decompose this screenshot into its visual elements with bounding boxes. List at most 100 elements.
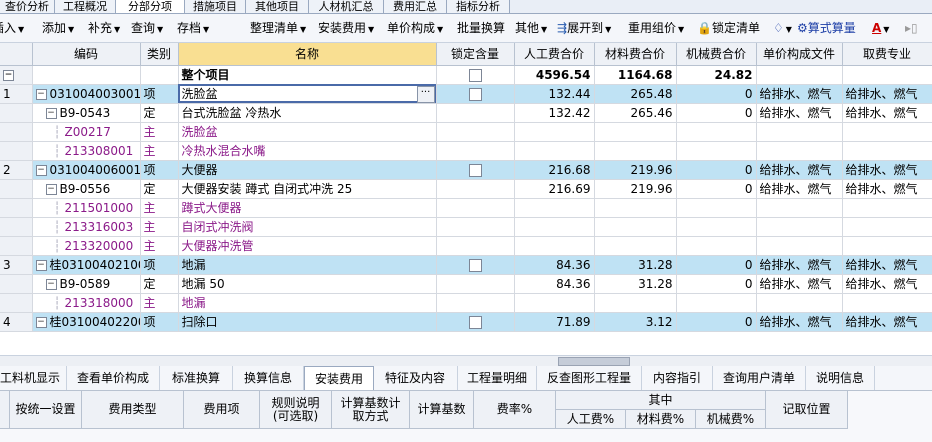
material-total-cell[interactable]: 31.28 [594,255,677,275]
category-cell[interactable]: 定 [140,274,179,294]
query-button[interactable]: 查询 ▼ [131,14,163,42]
material-row[interactable]: ┆ 213316003 主自闭式冲洗阀 [0,217,932,237]
lock-quantity-cell[interactable] [436,160,515,180]
tab-install-fee[interactable]: 安装费用 [304,366,374,390]
category-cell[interactable]: 项 [140,160,179,180]
machine-total-cell[interactable]: 0 [676,84,757,104]
labor-total-cell[interactable] [514,198,595,218]
row-index[interactable] [0,293,33,313]
archive-button[interactable]: 存档 ▼ [177,14,209,42]
supplement-button[interactable]: 补充 ▼ [88,14,120,42]
name-cell[interactable]: 地漏 50 [178,274,437,294]
header-lock-quantity[interactable]: 锁定含量 [436,43,515,66]
header-calc-base[interactable]: 计算基数 [410,391,474,429]
labor-total-cell[interactable] [514,217,595,237]
machine-total-cell[interactable] [676,217,757,237]
tab-index-analysis[interactable]: 指标分析 [447,0,510,13]
fee-profession-cell[interactable]: 给排水、燃气 [842,84,932,104]
name-cell[interactable]: 地漏 [178,255,437,275]
unit-price-file-cell[interactable] [756,141,843,161]
ellipsis-button[interactable]: ··· [416,85,435,102]
tab-content-guide[interactable]: 内容指引 [642,366,713,390]
machine-total-cell[interactable] [676,236,757,256]
header-fee-type[interactable]: 费用类型 [82,391,184,429]
header-base-method[interactable]: 计算基数计取方式 [332,391,410,429]
header-category[interactable]: 类别 [140,43,179,66]
fee-profession-cell[interactable] [842,122,932,142]
code-cell[interactable]: ┆ Z00217 [32,122,141,142]
horizontal-scrollbar[interactable] [0,355,932,366]
code-cell[interactable]: ┆ 213308001 [32,141,141,161]
collapse-toggle-icon[interactable]: − [35,88,47,100]
header-labor-pct[interactable]: 人工费% [556,410,626,429]
name-cell[interactable]: 台式洗脸盆 冷热水 [178,103,437,123]
fee-profession-cell[interactable] [842,141,932,161]
lock-quantity-cell[interactable] [436,274,515,294]
machine-total-cell[interactable]: 0 [676,255,757,275]
labor-total-cell[interactable]: 4596.54 [514,65,595,85]
quota-row[interactable]: − B9-0556 定大便器安装 蹲式 自闭式冲洗 25 216.69 219.96 0 给… [0,179,932,199]
collapse-toggle-icon[interactable]: − [45,183,57,195]
fee-profession-cell[interactable] [842,198,932,218]
category-cell[interactable]: 主 [140,217,179,237]
material-total-cell[interactable]: 31.28 [594,274,677,294]
list-item-row[interactable]: 2 −031004006001 项 大便器 216.68 219.96 0 给排水、燃气 给排水… [0,160,932,180]
labor-total-cell[interactable]: 132.42 [514,103,595,123]
tab-labor-material-summary[interactable]: 人材机汇总 [309,0,384,13]
machine-total-cell[interactable]: 0 [676,179,757,199]
labor-total-cell[interactable]: 71.89 [514,312,595,332]
material-row[interactable]: ┆ 213320000 主大便器冲洗管 [0,236,932,256]
unit-price-file-cell[interactable] [756,217,843,237]
collapse-toggle-icon[interactable]: − [35,164,47,176]
tab-standard-convert[interactable]: 标准换算 [160,366,233,390]
unit-price-composition-button[interactable]: 单价构成 ▼ [387,14,443,42]
tab-features-content[interactable]: 特征及内容 [373,366,458,390]
batch-convert-button[interactable]: 批量换算 [457,14,505,42]
header-machine-total[interactable]: 机械费合价 [676,43,757,66]
collapse-all-icon[interactable]: − [3,69,14,81]
code-cell[interactable]: − B9-0589 [32,274,141,294]
unit-price-file-cell[interactable]: 给排水、燃气 [756,312,843,332]
lock-checkbox[interactable] [468,163,482,177]
list-item-row[interactable]: 1 −031004003001 项 洗脸盆 ··· 132.44 265.48 0 给排水、燃气… [0,84,932,104]
unit-price-file-cell[interactable] [756,198,843,218]
category-cell[interactable]: 项 [140,84,179,104]
material-total-cell[interactable] [594,217,677,237]
code-cell[interactable] [32,65,141,85]
material-row[interactable]: ┆ 213308001 主冷热水混合水嘴 [0,141,932,161]
tab-material-display[interactable]: 工料机显示 [0,366,67,390]
install-fee-button[interactable]: 安装费用 ▼ [318,14,374,42]
category-cell[interactable]: 主 [140,122,179,142]
code-cell[interactable]: ┆ 211501000 [32,198,141,218]
category-cell[interactable]: 项 [140,255,179,275]
code-cell[interactable]: ┆ 213316003 [32,217,141,237]
name-cell[interactable]: 冷热水混合水嘴 [178,141,437,161]
labor-total-cell[interactable] [514,141,595,161]
machine-total-cell[interactable]: 0 [676,103,757,123]
tab-sub-items[interactable]: 分部分项 [116,0,185,13]
lock-quantity-cell[interactable] [436,65,515,85]
material-total-cell[interactable]: 1164.68 [594,65,677,85]
fee-profession-cell[interactable]: 给排水、燃气 [842,255,932,275]
material-total-cell[interactable] [594,236,677,256]
machine-total-cell[interactable] [676,198,757,218]
header-record-position[interactable]: 记取位置 [766,391,848,429]
row-index[interactable]: − [0,65,33,85]
tab-view-unit-price[interactable]: 查看单价构成 [67,366,160,390]
lock-quantity-cell[interactable] [436,217,515,237]
header-fee-item[interactable]: 费用项 [184,391,260,429]
lock-checkbox[interactable] [468,315,482,329]
row-index[interactable]: 4 [0,312,33,332]
tab-price-analysis[interactable]: 查价分析 [0,0,55,13]
lock-quantity-cell[interactable] [436,103,515,123]
code-cell[interactable]: − 桂03100402200 [32,312,141,332]
name-cell[interactable]: 地漏 [178,293,437,313]
row-index[interactable] [0,103,33,123]
quota-row[interactable]: − B9-0589 定地漏 50 84.36 31.28 0 给排水、燃气 给排水、燃气 [0,274,932,294]
code-cell[interactable]: − B9-0556 [32,179,141,199]
unit-price-file-cell[interactable]: 给排水、燃气 [756,255,843,275]
category-cell[interactable]: 定 [140,179,179,199]
name-cell[interactable]: 整个项目 [178,65,437,85]
labor-total-cell[interactable]: 132.44 [514,84,595,104]
unit-price-file-cell[interactable] [756,293,843,313]
